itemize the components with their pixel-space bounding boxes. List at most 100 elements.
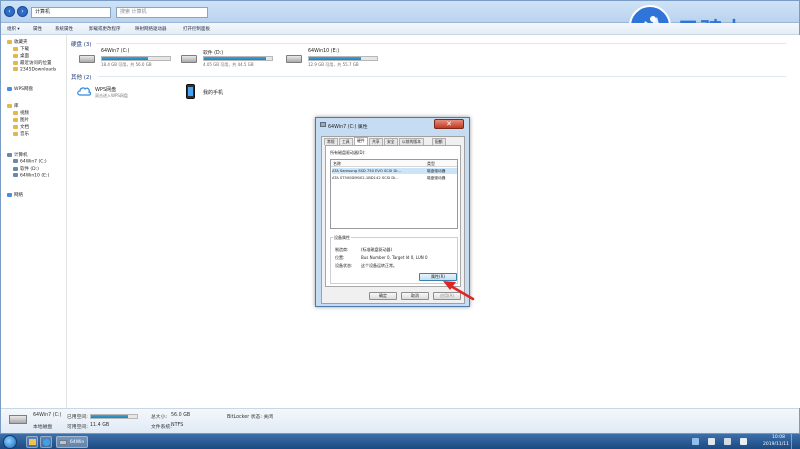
details-fs-value: NTFS xyxy=(171,423,184,428)
details-pane: 64Win7 (C:) 已用空间: 本地磁盘 可用空间: 11.4 GB 总大小… xyxy=(1,408,799,434)
toolbar-system-properties[interactable]: 系统属性 xyxy=(55,26,73,32)
drive-tile-c[interactable]: 64Win7 (C:) 18.4 GB 可用，共 56.0 GB xyxy=(79,49,179,73)
taskbar-task-explorer[interactable]: 64Win xyxy=(56,436,88,448)
sidebar-label: 下载 xyxy=(20,47,29,52)
drive-free-text: 18.4 GB 可用，共 56.0 GB xyxy=(101,62,152,67)
clock-date[interactable]: 2019/11/11 xyxy=(763,442,789,447)
drive-icon xyxy=(13,166,18,171)
list-item[interactable]: ATA ST500DM002-1BD142 SCSI Di... 磁盘驱动器 xyxy=(332,175,457,181)
sidebar-item-drive-e[interactable]: 64Win10 (E:) xyxy=(13,173,49,179)
taskbar: 64Win 10:08 2019/11/11 xyxy=(0,433,800,449)
row-type: 磁盘驱动器 xyxy=(427,176,446,180)
toolbar-uninstall[interactable]: 卸载或更改程序 xyxy=(89,26,121,32)
toolbar-properties[interactable]: 属性 xyxy=(33,26,42,32)
keyboard-icon[interactable] xyxy=(692,438,699,445)
volume-icon[interactable] xyxy=(740,438,747,445)
group-divider xyxy=(98,76,786,77)
drive-usage-bar xyxy=(203,56,273,61)
cloud-icon xyxy=(7,86,12,91)
network-icon[interactable] xyxy=(708,438,715,445)
details-used-label: 已用空间: xyxy=(67,415,88,420)
sidebar-wps-drive[interactable]: WPS网盘 xyxy=(7,86,33,92)
toolbar-control-panel[interactable]: 打开控制面板 xyxy=(183,26,210,32)
drive-tile-d[interactable]: 软件 (D:) 4.05 GB 可用，共 44.5 GB xyxy=(181,49,281,73)
navigation-pane: 收藏夹 下载 桌面 最近访问的位置 2345Downloads WPS网盘 库 … xyxy=(1,35,67,408)
group-header-hard-disks[interactable]: 硬盘 (3) xyxy=(71,40,92,48)
sidebar-item-music[interactable]: 音乐 xyxy=(13,131,29,137)
sidebar-item-desktop[interactable]: 桌面 xyxy=(13,53,29,59)
tab-general[interactable]: 常规 xyxy=(324,138,338,145)
tab-sharing[interactable]: 共享 xyxy=(369,138,383,145)
list-item[interactable]: ATA Samsung SSD 750 EVO SCSI Di... 磁盘驱动器 xyxy=(332,168,457,174)
sidebar-label: 文档 xyxy=(20,125,29,130)
sidebar-item-drive-c[interactable]: 64Win7 (C:) xyxy=(13,159,47,165)
sidebar-network[interactable]: 网络 xyxy=(7,192,23,198)
hardware-panel: 所有磁盘驱动器(D): 名称 类型 ATA Samsung SSD 750 EV… xyxy=(325,145,461,287)
my-phone-item[interactable]: 我的手机 xyxy=(184,84,264,104)
prop-value: 这个设备运转正常。 xyxy=(361,263,397,268)
group-header-other[interactable]: 其他 (2) xyxy=(71,73,92,81)
picture-icon xyxy=(13,117,18,122)
drive-usage-fill xyxy=(204,57,266,60)
tab-tools[interactable]: 工具 xyxy=(339,138,353,145)
column-type[interactable]: 类型 xyxy=(427,161,435,167)
start-button-icon[interactable] xyxy=(3,435,17,449)
all-drives-label: 所有磁盘驱动器(D): xyxy=(330,150,366,155)
sidebar-item-drive-d[interactable]: 软件 (D:) xyxy=(13,166,39,172)
tab-hardware[interactable]: 硬件 xyxy=(354,137,368,145)
ok-button[interactable]: 确定 xyxy=(369,292,397,300)
details-free-label: 可用空间: xyxy=(67,425,88,430)
toolbar-map-drive[interactable]: 映射网络驱动器 xyxy=(135,26,167,32)
column-name[interactable]: 名称 xyxy=(333,161,341,167)
address-bar[interactable]: 计算机 xyxy=(31,7,111,18)
drive-list[interactable]: 名称 类型 ATA Samsung SSD 750 EVO SCSI Di...… xyxy=(330,159,458,229)
sidebar-favorites[interactable]: 收藏夹 xyxy=(7,39,28,45)
sidebar-libraries[interactable]: 库 xyxy=(7,103,19,109)
computer-icon xyxy=(7,152,12,157)
sidebar-label: 桌面 xyxy=(20,54,29,59)
sidebar-label: 网络 xyxy=(14,193,23,198)
search-input[interactable]: 搜索 计算机 xyxy=(116,7,208,18)
sidebar-item-pictures[interactable]: 图片 xyxy=(13,117,29,123)
clock-time[interactable]: 10:08 xyxy=(772,435,785,440)
sidebar-label: 计算机 xyxy=(14,153,28,158)
back-button[interactable]: ‹ xyxy=(4,6,15,17)
drive-usage-bar xyxy=(308,56,378,61)
flag-icon[interactable] xyxy=(724,438,731,445)
taskbar-pin-explorer[interactable] xyxy=(26,436,38,448)
taskbar-pin-browser[interactable] xyxy=(40,436,52,448)
tab-security[interactable]: 安全 xyxy=(384,138,398,145)
close-icon[interactable]: ✕ xyxy=(434,119,464,129)
prop-value: (标准磁盘驱动器) xyxy=(361,247,393,252)
show-desktop-button[interactable] xyxy=(791,434,799,449)
hard-drive-icon xyxy=(79,55,95,63)
phone-icon xyxy=(186,84,195,99)
sidebar-item-downloads[interactable]: 下载 xyxy=(13,46,29,52)
library-icon xyxy=(7,103,12,108)
dialog-title: 64Win7 (C:) 属性 xyxy=(328,125,368,130)
drive-usage-fill xyxy=(102,57,148,60)
prop-key: 设备状态: xyxy=(335,263,353,268)
tab-quota[interactable]: 配额 xyxy=(432,138,446,145)
details-total-value: 56.0 GB xyxy=(171,413,191,418)
sidebar-item-2345downloads[interactable]: 2345Downloads xyxy=(13,67,56,73)
tab-previous-versions[interactable]: 以前的版本 xyxy=(399,138,424,145)
sidebar-computer[interactable]: 计算机 xyxy=(7,152,28,158)
sidebar-item-recent[interactable]: 最近访问的位置 xyxy=(13,60,52,66)
row-name: ATA ST500DM002-1BD142 SCSI Di... xyxy=(332,176,399,180)
forward-button[interactable]: › xyxy=(17,6,28,17)
device-properties-label: 设备属性 xyxy=(333,235,351,241)
drive-name: 软件 (D:) xyxy=(203,51,224,56)
red-arrow-icon xyxy=(443,281,475,301)
sidebar-item-documents[interactable]: 文档 xyxy=(13,124,29,130)
drive-icon xyxy=(13,159,18,163)
details-bitlocker: BitLocker 状态: 关闭 xyxy=(227,415,274,420)
command-toolbar: 组织 ▾ 属性 系统属性 卸载或更改程序 映射网络驱动器 打开控制面板 xyxy=(1,23,799,35)
toolbar-organize[interactable]: 组织 ▾ xyxy=(7,26,20,32)
cancel-button[interactable]: 取消 xyxy=(401,292,429,300)
drive-tile-e[interactable]: 64Win10 (E:) 12.9 GB 可用，共 55.7 GB xyxy=(286,49,386,73)
group-divider xyxy=(96,43,786,44)
folder-icon xyxy=(13,67,18,71)
wps-drive-item[interactable]: WPS网盘 双击进入WPS网盘 xyxy=(76,84,166,104)
sidebar-item-videos[interactable]: 视频 xyxy=(13,110,29,116)
